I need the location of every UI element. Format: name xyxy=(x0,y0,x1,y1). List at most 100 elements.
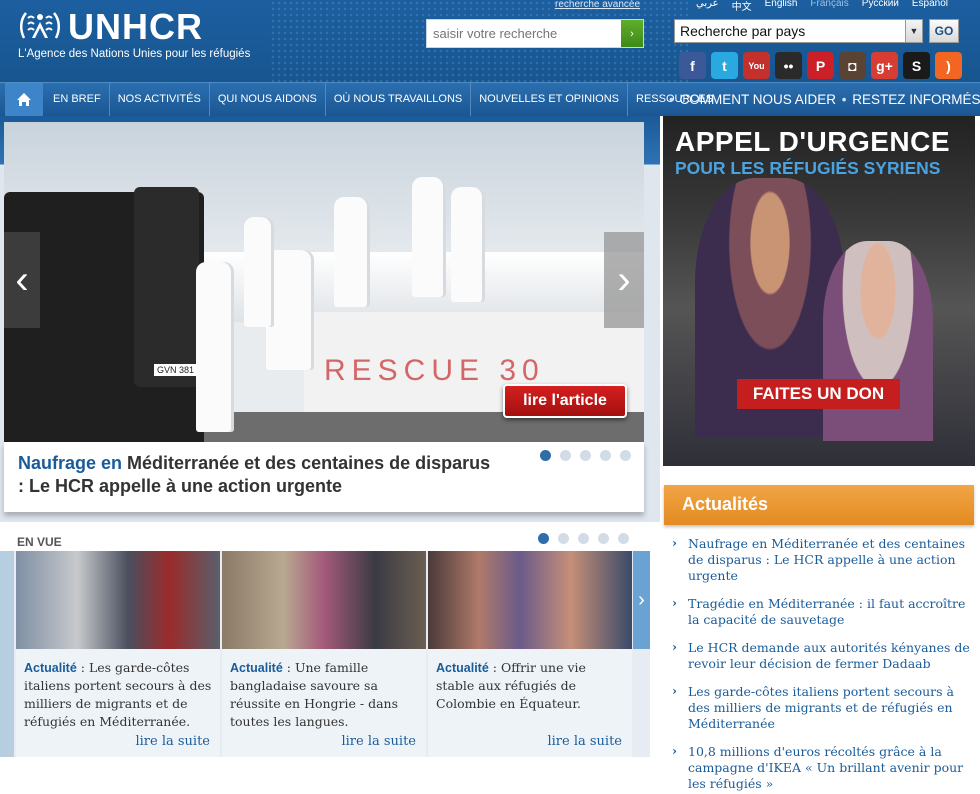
arrow-right-icon: › xyxy=(630,27,634,40)
carousel-dot[interactable] xyxy=(618,533,629,544)
instagram-icon[interactable]: ◘ xyxy=(839,52,866,79)
youtube-icon[interactable]: You xyxy=(743,52,770,79)
hero-person xyxy=(244,217,274,327)
carousel-dot[interactable] xyxy=(598,533,609,544)
lang-russian-link[interactable]: Русский xyxy=(862,0,899,13)
news-item[interactable]: 10,8 millions d'euros récoltés grâce à l… xyxy=(672,743,972,792)
nav-item-comment-nous-aider[interactable]: COMMENT NOUS AIDER xyxy=(680,92,837,107)
carousel-dot[interactable] xyxy=(538,533,549,544)
nav-item-en-bref[interactable]: EN BREF xyxy=(45,83,110,116)
card-text: Actualité : Une famille bangladaise savo… xyxy=(230,659,420,731)
carousel-dot[interactable] xyxy=(578,533,589,544)
lang-spanish-link[interactable]: Español xyxy=(912,0,948,13)
read-more-link[interactable]: lire la suite xyxy=(135,734,210,749)
card-text: Actualité : Offrir une vie stable aux ré… xyxy=(436,659,626,713)
read-more-link[interactable]: lire la suite xyxy=(341,734,416,749)
home-icon xyxy=(17,93,31,106)
carousel-dot[interactable] xyxy=(558,533,569,544)
appeal-title: APPEL D'URGENCE xyxy=(675,126,951,157)
en-vue-card[interactable]: Actualité : Une famille bangladaise savo… xyxy=(222,551,426,757)
hero-carousel-dots xyxy=(540,450,631,461)
hero-person xyxy=(334,197,370,307)
hero-caption[interactable]: Naufrage en Méditerranée et des centaine… xyxy=(4,442,644,512)
social-links: f t You •• P ◘ g+ S) xyxy=(679,52,962,79)
news-list: Naufrage en Méditerranée et des centaine… xyxy=(672,535,972,794)
card-image-coast-guard xyxy=(16,551,220,649)
nav-item-nos-activites[interactable]: NOS ACTIVITÉS xyxy=(110,83,210,116)
appeal-subtitle: POUR LES RÉFUGIÉS SYRIENS xyxy=(675,158,941,178)
googleplus-icon[interactable]: g+ xyxy=(871,52,898,79)
search-box: › xyxy=(426,19,644,48)
en-vue-prev-button[interactable] xyxy=(0,551,14,757)
carousel-dot[interactable] xyxy=(560,450,571,461)
scribd-icon[interactable]: S xyxy=(903,52,930,79)
chevron-down-icon: ▼ xyxy=(905,20,922,42)
pinterest-icon[interactable]: P xyxy=(807,52,834,79)
carousel-dot[interactable] xyxy=(600,450,611,461)
go-button[interactable]: GO xyxy=(929,19,959,43)
search-submit-button[interactable]: › xyxy=(621,20,643,47)
unhcr-emblem-icon xyxy=(20,12,60,39)
en-vue-card[interactable]: Actualité : Les garde-côtes italiens por… xyxy=(16,551,220,757)
hero-caption-highlight: Naufrage en xyxy=(18,453,123,473)
lang-french-link[interactable]: Français xyxy=(810,0,848,13)
carousel-dot[interactable] xyxy=(580,450,591,461)
lang-arabic-link[interactable]: عربي xyxy=(696,0,719,13)
nav-item-ou-nous-travaillons[interactable]: OÙ NOUS TRAVAILLONS xyxy=(326,83,472,116)
news-item[interactable]: Naufrage en Méditerranée et des centaine… xyxy=(672,535,972,584)
nav-home-button[interactable] xyxy=(5,83,43,116)
nav-item-qui-nous-aidons[interactable]: QUI NOUS AIDONS xyxy=(210,83,326,116)
en-vue-carousel-dots xyxy=(538,533,629,544)
en-vue-heading: EN VUE xyxy=(17,535,62,549)
news-item[interactable]: Le HCR demande aux autorités kényanes de… xyxy=(672,639,972,672)
hero-person xyxy=(451,187,485,302)
site-header: UNHCR L'Agence des Nations Unies pour le… xyxy=(0,0,980,82)
donate-button[interactable]: FAITES UN DON xyxy=(737,379,900,409)
chevron-right-icon: › xyxy=(638,588,645,611)
search-input[interactable] xyxy=(427,20,620,47)
card-text: Actualité : Les garde-côtes italiens por… xyxy=(24,659,214,731)
news-item[interactable]: Les garde-côtes italiens portent secours… xyxy=(672,683,972,732)
nav-separator: • xyxy=(669,92,674,107)
hero-section: RESCUE 30 GVN 381 ‹ › lire l'article Nau… xyxy=(0,116,660,522)
hero-next-button[interactable]: › xyxy=(604,232,644,328)
chevron-left-icon: ‹ xyxy=(15,257,29,302)
country-search-select[interactable]: Recherche par pays ▼ xyxy=(674,19,923,43)
read-more-link[interactable]: lire la suite xyxy=(547,734,622,749)
country-select-value: Recherche par pays xyxy=(680,23,806,39)
rss-icon[interactable]: ) xyxy=(935,52,962,79)
logo-wordmark: UNHCR xyxy=(68,6,203,47)
card-tag: Actualité xyxy=(24,661,77,675)
facebook-icon[interactable]: f xyxy=(679,52,706,79)
card-image-family xyxy=(428,551,632,649)
page: { "header": { "logo_text": "UNHCR", "tag… xyxy=(0,0,980,794)
flickr-icon[interactable]: •• xyxy=(775,52,802,79)
card-tag: Actualité xyxy=(436,661,489,675)
appeal-photo-child xyxy=(823,241,933,441)
advanced-search-link[interactable]: recherche avancée xyxy=(555,0,640,10)
nav-item-nouvelles-et-opinions[interactable]: NOUVELLES ET OPINIONS xyxy=(471,83,629,116)
read-article-button[interactable]: lire l'article xyxy=(503,384,627,418)
nav-item-restez-informes[interactable]: RESTEZ INFORMÉS xyxy=(852,92,980,107)
news-item[interactable]: Tragédie en Méditerranée : il faut accro… xyxy=(672,595,972,628)
unhcr-logo[interactable]: UNHCR L'Agence des Nations Unies pour le… xyxy=(16,6,250,64)
hero-van-plate: GVN 381 xyxy=(154,364,198,376)
news-title: Actualités xyxy=(682,494,769,514)
hero-van-door xyxy=(134,187,199,387)
hero-prev-button[interactable]: ‹ xyxy=(4,232,40,328)
en-vue-card[interactable]: Actualité : Offrir une vie stable aux ré… xyxy=(428,551,632,757)
hero-person xyxy=(412,177,446,297)
carousel-dot[interactable] xyxy=(620,450,631,461)
news-header: Actualités xyxy=(664,485,974,525)
language-bar: عربي 中文 English Français Русский Español xyxy=(696,0,948,13)
nav-items: EN BREF NOS ACTIVITÉS QUI NOUS AIDONS OÙ… xyxy=(45,83,721,116)
lang-english-link[interactable]: English xyxy=(765,0,798,13)
twitter-icon[interactable]: t xyxy=(711,52,738,79)
lang-chinese-link[interactable]: 中文 xyxy=(732,0,752,13)
nav-separator: • xyxy=(841,92,847,107)
en-vue-next-button[interactable]: › xyxy=(633,551,650,649)
hero-ship-lettering: RESCUE 30 xyxy=(324,354,545,387)
nav-right-links: • COMMENT NOUS AIDER • RESTEZ INFORMÉS • xyxy=(667,83,980,116)
syria-appeal-banner[interactable]: APPEL D'URGENCE POUR LES RÉFUGIÉS SYRIEN… xyxy=(663,116,975,466)
carousel-dot[interactable] xyxy=(540,450,551,461)
